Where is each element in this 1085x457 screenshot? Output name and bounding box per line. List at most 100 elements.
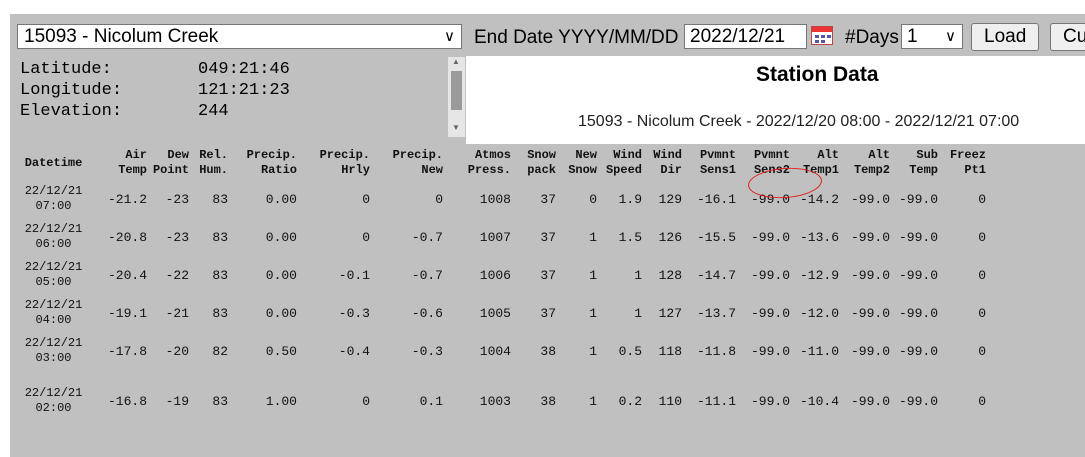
table-cell: -15.5 — [696, 229, 736, 245]
table-cell: 37 — [540, 229, 556, 245]
elevation-label: Elevation: — [20, 102, 123, 121]
table-cell: 1 — [589, 267, 597, 283]
table-cell: 127 — [658, 305, 682, 321]
column-header-line: Air — [125, 148, 147, 162]
column-header-line: Press. — [467, 163, 511, 177]
datetime-cell: 22/12/21 03:00 — [10, 332, 97, 370]
table-cell: -0.3 — [411, 343, 443, 359]
table-cell: 1 — [634, 267, 642, 283]
table-cell: 0 — [435, 191, 443, 207]
days-label: #Days — [845, 27, 899, 48]
column-header-line: Alt — [817, 148, 839, 162]
column-header-line: Ratio — [260, 163, 297, 177]
calendar-icon[interactable] — [811, 26, 833, 45]
scroll-down-icon[interactable]: ▼ — [452, 123, 460, 132]
table-cell: 1003 — [479, 393, 511, 409]
column-header-line: Precip. — [246, 148, 297, 162]
column-header: Snow pack — [511, 146, 556, 180]
table-cell: 0.00 — [265, 229, 297, 245]
column-header-line: Temp — [909, 163, 938, 177]
table-cell: 1.9 — [618, 191, 642, 207]
table-cell: 38 — [540, 393, 556, 409]
column-header-line: Speed — [605, 163, 642, 177]
table-cell: -14.7 — [696, 267, 736, 283]
table-header-row: Datetime Air Temp Dew Point Rel. Hum. Precip. Ra… — [10, 146, 986, 180]
column-header-line: Pvmnt — [753, 148, 790, 162]
column-header-line: Snow — [568, 163, 597, 177]
table-cell: 1008 — [479, 191, 511, 207]
table-cell: -99.0 — [850, 343, 890, 359]
scrollbar-thumb[interactable] — [451, 71, 462, 110]
table-cell: -99.0 — [850, 393, 890, 409]
table-cell: -0.6 — [411, 305, 443, 321]
table-cell: 0.50 — [265, 343, 297, 359]
column-header: Precip. New — [370, 146, 443, 180]
table-cell: 1005 — [479, 305, 511, 321]
station-select[interactable]: 15093 - Nicolum Creek ∨ — [17, 24, 462, 49]
station-data-table: Datetime Air Temp Dew Point Rel. Hum. Precip. Ra… — [10, 146, 986, 432]
column-header-line: Alt — [868, 148, 890, 162]
table-cell: -20.4 — [107, 267, 147, 283]
column-header: Dew Point — [147, 146, 189, 180]
table-cell: -99.0 — [898, 229, 938, 245]
table-cell: 1 — [589, 393, 597, 409]
table-cell: 0.00 — [265, 305, 297, 321]
end-date-input[interactable]: 2022/12/21 — [684, 24, 807, 49]
table-cell: 83 — [212, 267, 228, 283]
table-cell: -21.2 — [107, 191, 147, 207]
table-cell: -99.0 — [750, 305, 790, 321]
table-cell: -19 — [165, 393, 189, 409]
column-header: Precip. Ratio — [228, 146, 297, 180]
table-cell: 0.1 — [419, 393, 443, 409]
table-cell: -10.4 — [799, 393, 839, 409]
column-header: Wind Dir — [642, 146, 682, 180]
column-header-line: Hum. — [199, 163, 228, 177]
table-cell: -99.0 — [750, 267, 790, 283]
table-cell: -99.0 — [850, 229, 890, 245]
chevron-down-icon: ∨ — [444, 28, 455, 45]
table-cell: 1004 — [479, 343, 511, 359]
station-select-value: 15093 - Nicolum Creek — [24, 26, 219, 47]
cut-button[interactable]: Cu — [1050, 23, 1085, 51]
column-header: Datetime — [10, 146, 97, 180]
chevron-down-icon: ∨ — [945, 28, 956, 45]
longitude-value: 121:21:23 — [198, 81, 290, 100]
scroll-up-icon[interactable]: ▲ — [452, 57, 460, 66]
table-cell: -23 — [165, 229, 189, 245]
table-cell: -0.4 — [338, 343, 370, 359]
table-cell: -12.0 — [799, 305, 839, 321]
table-cell: 0 — [978, 343, 986, 359]
coordinates-scrollbar[interactable]: ▲ ▼ — [448, 57, 465, 137]
table-row: 22/12/21 05:00 -20.4 -22 83 0.00 -0.1 -0.7 1006 3… — [10, 256, 986, 294]
table-cell: -22 — [165, 267, 189, 283]
date-text: 22/12/21 — [24, 298, 83, 312]
column-header: Atmos Press. — [443, 146, 511, 180]
column-header: Precip. Hrly — [297, 146, 370, 180]
date-text: 22/12/21 — [24, 386, 83, 400]
table-cell: -99.0 — [750, 229, 790, 245]
days-select[interactable]: 1 ∨ — [901, 24, 963, 49]
datetime-cell: 22/12/21 02:00 — [10, 370, 97, 432]
page-title: Station Data — [756, 63, 879, 86]
column-header: Sub Temp — [890, 146, 938, 180]
elevation-value: 244 — [198, 102, 229, 121]
date-text: 22/12/21 — [24, 260, 83, 274]
date-text: 22/12/21 — [24, 336, 83, 350]
table-cell: -20.8 — [107, 229, 147, 245]
date-text: 22/12/21 — [24, 184, 83, 198]
table-cell: -13.7 — [696, 305, 736, 321]
column-header-line: Precip. — [392, 148, 443, 162]
load-button[interactable]: Load — [971, 23, 1040, 51]
column-header-line: Atmos — [474, 148, 511, 162]
table-cell: 1 — [634, 305, 642, 321]
table-cell: 37 — [540, 191, 556, 207]
table-cell: -99.0 — [898, 343, 938, 359]
table-cell: 0.2 — [618, 393, 642, 409]
table-cell: -17.8 — [107, 343, 147, 359]
table-cell: 1 — [589, 343, 597, 359]
column-header-line: Rel. — [199, 148, 228, 162]
table-cell: 1 — [589, 229, 597, 245]
table-row: 22/12/21 06:00 -20.8 -23 83 0.00 0 -0.7 1007 37 1 1… — [10, 218, 986, 256]
table-cell: -11.1 — [696, 393, 736, 409]
table-cell: 1 — [589, 305, 597, 321]
